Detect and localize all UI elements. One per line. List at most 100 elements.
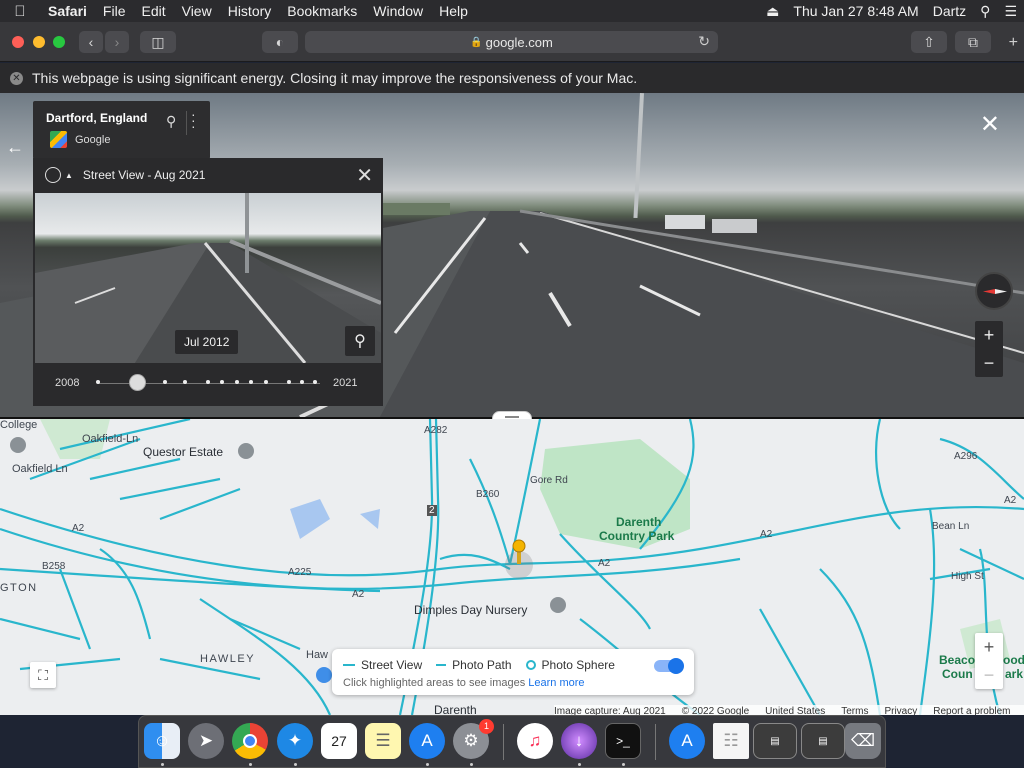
footer-report[interactable]: Report a problem bbox=[933, 706, 1010, 716]
footer-region[interactable]: United States bbox=[765, 706, 825, 716]
map-panel[interactable]: College Oakfield-Ln Oakfield Ln Questor … bbox=[0, 419, 1024, 715]
timeline-tick[interactable] bbox=[163, 380, 167, 384]
timeline-tick[interactable] bbox=[96, 380, 100, 384]
map-label-country-park[interactable]: Country Park bbox=[599, 529, 674, 543]
menu-window[interactable]: Window bbox=[365, 3, 431, 19]
tabs-icon: ⧉ bbox=[968, 33, 978, 50]
back-arrow-icon[interactable]: ← bbox=[6, 137, 24, 158]
calendar-icon[interactable]: 27 bbox=[321, 723, 357, 759]
map-label-a296: A296 bbox=[954, 451, 978, 462]
map-label-questor-estate[interactable]: Questor Estate bbox=[143, 445, 223, 459]
document-icon[interactable]: ☷ bbox=[713, 723, 749, 759]
timeline-tick[interactable] bbox=[206, 380, 210, 384]
terminal-icon[interactable]: >_ bbox=[605, 723, 641, 759]
reload-icon[interactable]: ↻ bbox=[698, 33, 710, 50]
sidebar-icon: ◫ bbox=[151, 33, 165, 50]
street-view-panel[interactable]: ← Dartford, England Google ⚲ · · · ▲ Stree… bbox=[0, 93, 1024, 417]
chevron-right-icon: › bbox=[114, 34, 120, 50]
fullscreen-icon[interactable]: ⛶ bbox=[30, 662, 56, 688]
back-button[interactable]: ‹ bbox=[79, 31, 103, 53]
map-label-wood[interactable]: ood bbox=[1003, 653, 1024, 667]
app-store-icon[interactable]: A bbox=[409, 723, 445, 759]
zoom-out-icon[interactable]: − bbox=[975, 349, 1003, 377]
screenshots-stack-icon[interactable]: ▤ bbox=[801, 723, 845, 759]
notes-icon[interactable]: ☰ bbox=[365, 723, 401, 759]
menu-view[interactable]: View bbox=[174, 3, 220, 19]
timeline-tick[interactable] bbox=[220, 380, 224, 384]
time-travel-header[interactable]: ▲ Street View - Aug 2021 bbox=[45, 167, 205, 183]
window-close-button[interactable] bbox=[12, 36, 24, 48]
finder-icon[interactable]: ☺ bbox=[144, 723, 180, 759]
chrome-icon[interactable] bbox=[232, 723, 268, 759]
eject-icon[interactable]: ⏏ bbox=[759, 3, 786, 20]
menu-history[interactable]: History bbox=[220, 3, 280, 19]
timeline-slider[interactable]: 2008 2021 bbox=[33, 370, 383, 400]
timeline-tick[interactable] bbox=[287, 380, 291, 384]
more-options-icon[interactable]: · · · bbox=[191, 107, 196, 133]
map-label-a2-centre: A2 bbox=[598, 558, 611, 569]
energy-warning-banner: ✕ This webpage is using significant ener… bbox=[0, 63, 1024, 93]
map-label-park[interactable]: ark bbox=[1005, 667, 1023, 681]
timeline-knob[interactable] bbox=[129, 374, 147, 391]
coverage-toggle[interactable] bbox=[654, 658, 684, 674]
legend-street-view: Street View bbox=[343, 658, 422, 672]
menu-clock[interactable]: Thu Jan 27 8:48 AM bbox=[786, 3, 925, 19]
installer-icon[interactable]: ↓ bbox=[561, 723, 597, 759]
footer-copyright: © 2022 Google bbox=[681, 705, 750, 716]
menu-edit[interactable]: Edit bbox=[133, 3, 173, 19]
zoom-in-icon[interactable]: + bbox=[975, 321, 1003, 349]
learn-more-link[interactable]: Learn more bbox=[528, 677, 584, 689]
footer-privacy[interactable]: Privacy bbox=[884, 706, 917, 716]
selected-date-label: Jul 2012 bbox=[175, 330, 239, 354]
compass-icon[interactable] bbox=[975, 272, 1013, 310]
place-title: Dartford, England bbox=[46, 111, 148, 125]
menu-help[interactable]: Help bbox=[431, 3, 476, 19]
sidebar-toggle-button[interactable]: ◫ bbox=[140, 31, 176, 53]
time-travel-close-icon[interactable]: ✕ bbox=[356, 163, 373, 188]
footer-terms[interactable]: Terms bbox=[841, 706, 868, 716]
map-label-country[interactable]: Coun bbox=[942, 667, 973, 681]
timeline-tick[interactable] bbox=[235, 380, 239, 384]
timeline-tick[interactable] bbox=[183, 380, 187, 384]
window-zoom-button[interactable] bbox=[53, 36, 65, 48]
zoom-thumbnail-icon[interactable]: ⚲ bbox=[345, 326, 375, 356]
historic-thumbnail[interactable]: Jul 2012 ⚲ bbox=[35, 193, 381, 363]
address-bar[interactable]: 🔒 google.com ↻ bbox=[305, 31, 718, 53]
timeline-end-year: 2021 bbox=[333, 377, 358, 389]
close-street-view-icon[interactable]: ✕ bbox=[980, 113, 1000, 137]
music-icon[interactable]: ♫ bbox=[517, 723, 553, 759]
running-indicator bbox=[249, 763, 252, 766]
menu-file[interactable]: File bbox=[95, 3, 134, 19]
app-store-folder-icon[interactable]: A bbox=[669, 723, 705, 759]
launchpad-icon[interactable]: ➤ bbox=[188, 723, 224, 759]
timeline-tick[interactable] bbox=[300, 380, 304, 384]
trash-icon[interactable]: ⌫ bbox=[845, 723, 881, 759]
zoom-out-icon[interactable]: − bbox=[975, 661, 1003, 689]
privacy-report-button[interactable]: ◐ bbox=[262, 31, 298, 53]
forward-button[interactable]: › bbox=[105, 31, 129, 53]
location-pin-icon[interactable]: ⚲ bbox=[166, 113, 176, 130]
safari-icon[interactable]: ✦ bbox=[277, 723, 313, 759]
banner-close-icon[interactable]: ✕ bbox=[10, 71, 23, 85]
map-label-dimples-day-nursery[interactable]: Dimples Day Nursery bbox=[414, 603, 527, 617]
map-label-college[interactable]: College bbox=[0, 419, 37, 431]
new-tab-icon[interactable]: + bbox=[1009, 34, 1018, 52]
control-center-icon[interactable]: ☰ bbox=[997, 3, 1024, 20]
tab-overview-button[interactable]: ⧉ bbox=[955, 31, 991, 53]
menu-user[interactable]: Dartz bbox=[926, 3, 973, 19]
timeline-tick[interactable] bbox=[313, 380, 317, 384]
menu-bookmarks[interactable]: Bookmarks bbox=[279, 3, 365, 19]
zoom-in-icon[interactable]: + bbox=[975, 633, 1003, 661]
map-label-darenth[interactable]: Darenth bbox=[616, 515, 661, 529]
timeline-tick[interactable] bbox=[264, 380, 268, 384]
system-preferences-icon[interactable]: ⚙ 1 bbox=[453, 719, 494, 759]
downloads-stack-icon[interactable]: ▤ bbox=[753, 723, 797, 759]
map-label-beacon[interactable]: Beaco bbox=[939, 653, 975, 667]
share-button[interactable]: ⇧ bbox=[911, 31, 947, 53]
menu-app-name[interactable]: Safari bbox=[40, 3, 95, 19]
apple-menu-icon[interactable]:  bbox=[0, 3, 40, 20]
window-minimize-button[interactable] bbox=[33, 36, 45, 48]
place-source: Google bbox=[75, 134, 111, 146]
timeline-tick[interactable] bbox=[249, 380, 253, 384]
spotlight-icon[interactable]: ⚲ bbox=[973, 3, 997, 20]
